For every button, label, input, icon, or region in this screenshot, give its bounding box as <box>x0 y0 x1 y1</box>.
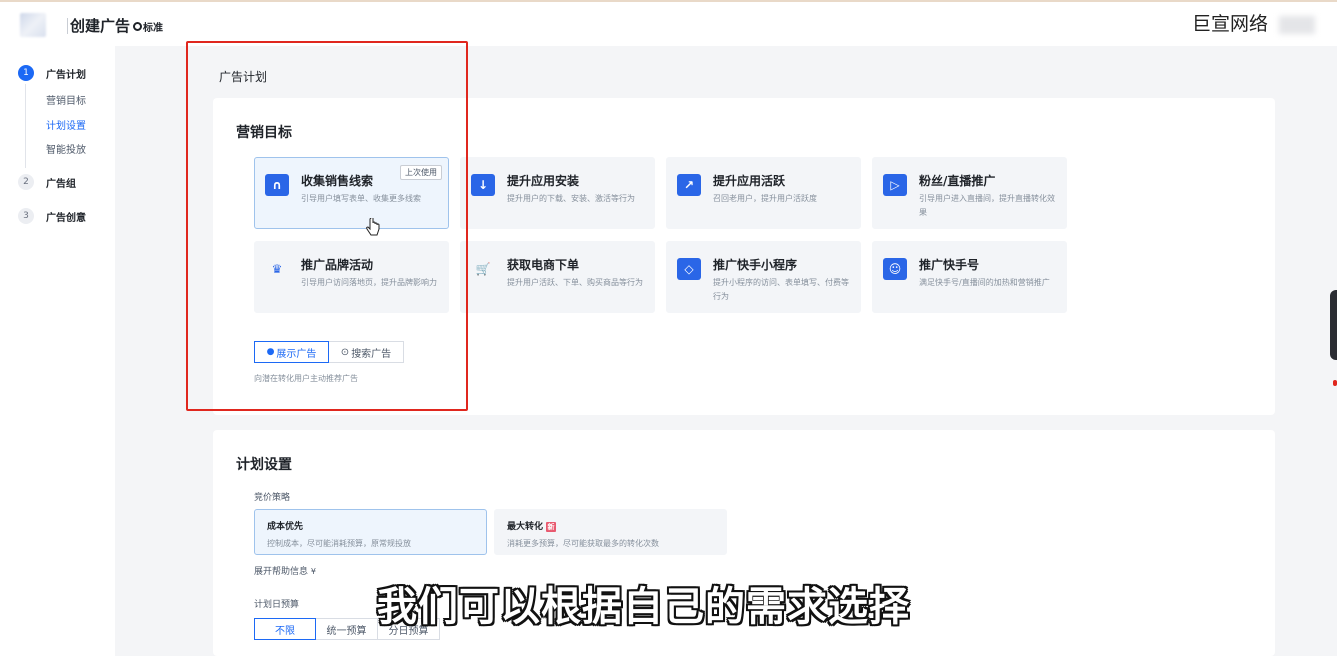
step-number: 2 <box>18 174 34 190</box>
page-title: 创建广告 <box>70 17 131 35</box>
goal-app-active[interactable]: ↗ 提升应用活跃 召回老用户，提升用户活跃度 <box>666 157 861 229</box>
goal-name: 推广快手小程序 <box>713 258 798 272</box>
goal-desc: 召回老用户，提升用户活跃度 <box>713 194 817 203</box>
badge-label: 标准 <box>143 23 163 34</box>
daily-budget-label: 计划日预算 <box>254 600 300 610</box>
bid-name: 成本优先 <box>267 522 304 532</box>
bid-strategy-label: 竞价策略 <box>254 493 291 503</box>
edge-indicator <box>1333 380 1337 386</box>
goal-name: 获取电商下单 <box>507 258 580 272</box>
trend-icon: ↗ <box>677 174 701 196</box>
bid-desc: 消耗更多预算，尽可能获取最多的转化次数 <box>507 539 659 548</box>
step-ad-plan[interactable]: 1 广告计划 <box>18 65 86 81</box>
edition-badge: 标准 <box>133 19 163 34</box>
download-icon: ↓ <box>471 174 495 196</box>
goal-app-install[interactable]: ↓ 提升应用安装 提升用户的下载、安装、激活等行为 <box>460 157 655 229</box>
step-ad-creative[interactable]: 3 广告创意 <box>18 208 86 224</box>
goal-desc: 提升用户的下载、安装、激活等行为 <box>507 194 635 203</box>
bid-name-row: 最大转化新 <box>507 519 557 532</box>
watermark-text: 巨宣网络 <box>1192 13 1269 35</box>
bid-max-conversion[interactable]: 最大转化新 消耗更多预算，尽可能获取最多的转化次数 <box>494 509 727 555</box>
goal-name: 粉丝/直播推广 <box>919 174 996 188</box>
mini-program-icon: ◇ <box>677 258 701 280</box>
goal-ecommerce-order[interactable]: 🛒 获取电商下单 提升用户活跃、下单、购买商品等行为 <box>460 241 655 313</box>
step-label: 广告组 <box>46 178 76 190</box>
hand-cursor-icon <box>366 218 380 236</box>
video-icon: ▷ <box>883 174 907 196</box>
sidebar-item-plan-settings[interactable]: 计划设置 <box>46 117 86 132</box>
step-number: 1 <box>18 65 34 81</box>
goal-name: 推广快手号 <box>919 258 980 272</box>
goal-name: 提升应用安装 <box>507 174 580 188</box>
sidebar-item-smart-delivery[interactable]: 智能投放 <box>46 141 86 156</box>
goal-mini-program[interactable]: ◇ 推广快手小程序 提升小程序的访问、表单填写、付费等行为 <box>666 241 861 313</box>
logo <box>20 13 46 37</box>
goal-desc: 提升小程序的访问、表单填写、付费等行为 <box>713 278 849 301</box>
side-panel-handle[interactable] <box>1330 290 1337 360</box>
bid-desc: 控制成本，尽可能消耗预算，原常规投放 <box>267 539 411 548</box>
goal-name: 提升应用活跃 <box>713 174 786 188</box>
expand-help-link[interactable]: 展开帮助信息 ¥ <box>254 564 316 577</box>
account-icon: ☺ <box>883 258 907 280</box>
highlight-box <box>186 41 468 411</box>
goal-fans-live[interactable]: ▷ 粉丝/直播推广 引导用户进入直播间，提升直播转化效果 <box>872 157 1067 229</box>
badge-circle-icon <box>133 22 142 31</box>
bid-cost-priority[interactable]: 成本优先 控制成本，尽可能消耗预算，原常规投放 <box>254 509 487 555</box>
goal-desc: 引导用户进入直播间，提升直播转化效果 <box>919 194 1055 217</box>
card-title: 计划设置 <box>236 457 292 473</box>
chevron-down-icon: ¥ <box>310 567 316 576</box>
step-sidebar <box>0 46 115 656</box>
title-divider <box>67 18 68 34</box>
goal-desc: 满足快手号/直播间的加热和营销推广 <box>919 278 1050 287</box>
step-connector <box>25 84 26 168</box>
goal-kuaishou-account[interactable]: ☺ 推广快手号 满足快手号/直播间的加热和营销推广 <box>872 241 1067 313</box>
blurred-region <box>1279 16 1315 34</box>
tab-no-limit[interactable]: 不限 <box>254 618 316 640</box>
cart-icon: 🛒 <box>475 262 491 276</box>
sidebar-item-marketing-goal[interactable]: 营销目标 <box>46 92 86 107</box>
bid-name: 最大转化 <box>507 522 544 532</box>
step-number: 3 <box>18 208 34 224</box>
step-label: 广告计划 <box>46 69 86 81</box>
step-ad-group[interactable]: 2 广告组 <box>18 174 76 190</box>
tab-unified-budget[interactable]: 统一预算 <box>316 618 378 640</box>
step-label: 广告创意 <box>46 212 86 224</box>
top-bar: 创建广告 标准 巨宣网络 <box>0 0 1337 46</box>
goal-desc: 提升用户活跃、下单、购买商品等行为 <box>507 278 643 287</box>
expand-help-label: 展开帮助信息 <box>254 567 309 577</box>
video-subtitle: 我们可以根据自己的需求选择 <box>377 584 910 630</box>
new-badge: 新 <box>546 521 557 532</box>
